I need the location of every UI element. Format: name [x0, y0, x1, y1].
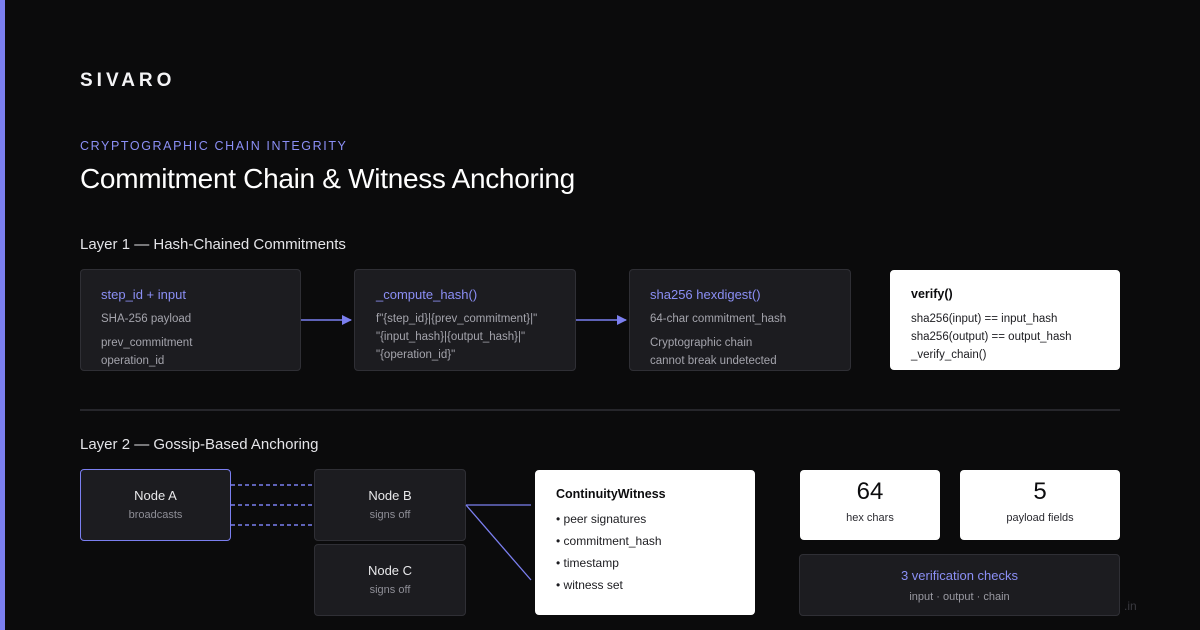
- connector-layer: [231, 315, 627, 581]
- link-node-c-to-witness: [465, 504, 532, 581]
